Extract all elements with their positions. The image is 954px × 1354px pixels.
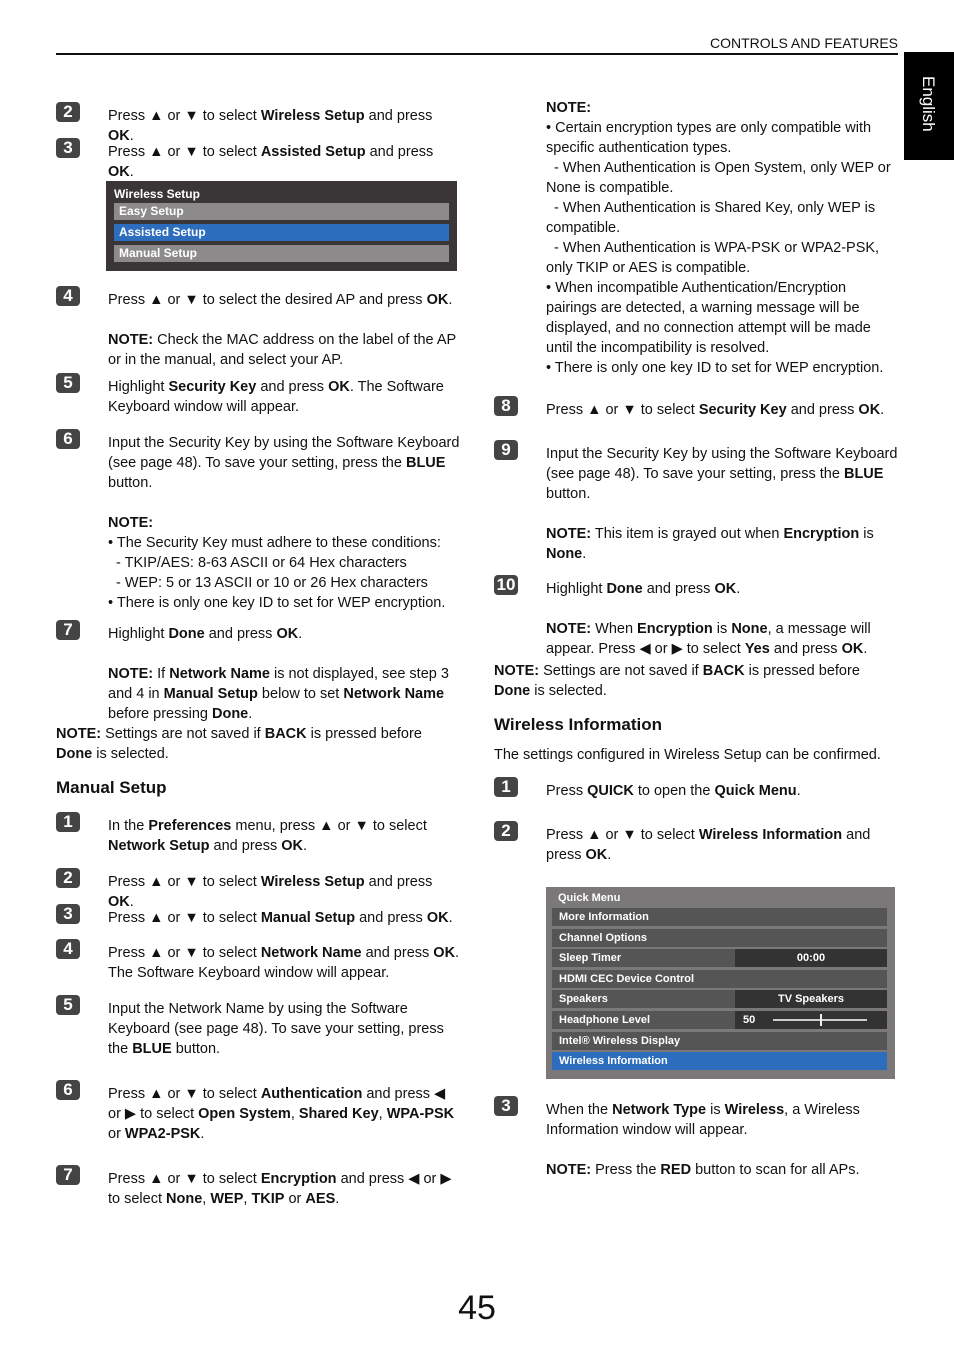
quick-menu-item[interactable]: Headphone Level 50 xyxy=(552,1010,887,1029)
language-tab: English xyxy=(904,52,954,160)
section-header: CONTROLS AND FEATURES xyxy=(56,34,898,55)
quick-menu: Quick Menu More Information Channel Option… xyxy=(546,887,895,1079)
quick-menu-item[interactable]: Speakers TV Speakers xyxy=(552,990,887,1009)
step-text: Highlight Done and press OK. NOTE: When E… xyxy=(546,581,871,657)
step-text: Press QUICK to open the Quick Menu. xyxy=(546,783,801,799)
step-text: Highlight Security Key and press OK. The… xyxy=(108,379,444,415)
menu-item[interactable]: Assisted Setup xyxy=(114,224,449,241)
step-text: Input the Security Key by using the Soft… xyxy=(546,446,898,562)
step-number: 1 xyxy=(56,812,80,832)
quick-menu-item[interactable]: Intel® Wireless Display xyxy=(552,1031,887,1050)
step-text: Highlight Done and press OK. NOTE: If Net… xyxy=(108,626,449,722)
step-number: 5 xyxy=(56,373,80,393)
step-text: In the Preferences menu, press ▲ or ▼ to… xyxy=(108,818,427,854)
wireless-info-intro: The settings configured in Wireless Setu… xyxy=(494,747,881,763)
quick-menu-item[interactable]: Sleep Timer 00:00 xyxy=(552,949,887,968)
step-number: 7 xyxy=(56,620,80,640)
note-encryption: NOTE: • Certain encryption types are only… xyxy=(546,100,891,376)
note-back: NOTE: Settings are not saved if BACK is … xyxy=(56,726,422,762)
menu-title: Wireless Setup xyxy=(114,187,200,201)
step-number: 8 xyxy=(494,396,518,416)
step-text: Press ▲ or ▼ to select the desired AP an… xyxy=(108,292,456,368)
menu-value: TV Speakers xyxy=(735,990,887,1009)
step-text: Press ▲ or ▼ to select Network Name and … xyxy=(108,945,460,981)
step-number: 3 xyxy=(56,138,80,158)
step-number: 1 xyxy=(494,777,518,797)
menu-value: 00:00 xyxy=(735,949,887,968)
step-number: 6 xyxy=(56,1080,80,1100)
step-number: 3 xyxy=(56,904,80,924)
wireless-setup-menu: Wireless Setup Easy Setup Assisted Setup Ma… xyxy=(106,181,457,271)
step-text: Input the Security Key by using the Soft… xyxy=(108,435,460,611)
step-number: 4 xyxy=(56,286,80,306)
headphone-level-slider[interactable]: 50 xyxy=(735,1010,887,1029)
quick-menu-item[interactable]: Channel Options xyxy=(552,928,887,947)
step-number: 5 xyxy=(56,995,80,1015)
section-title-manual-setup: Manual Setup xyxy=(56,778,167,797)
page-number: 45 xyxy=(458,1289,496,1327)
step-number: 3 xyxy=(494,1096,518,1116)
menu-item[interactable]: Easy Setup xyxy=(114,203,449,220)
step-text: Input the Network Name by using the Soft… xyxy=(108,1001,444,1057)
quick-menu-title: Quick Menu xyxy=(558,892,621,904)
step-text: When the Network Type is Wireless, a Wir… xyxy=(546,1102,860,1178)
step-text: Press ▲ or ▼ to select Manual Setup and … xyxy=(108,910,453,926)
step-number: 4 xyxy=(56,939,80,959)
step-number: 2 xyxy=(494,821,518,841)
step-number: 6 xyxy=(56,429,80,449)
language-label: English xyxy=(919,76,938,132)
step-text: Press ▲ or ▼ to select Wireless Setup an… xyxy=(108,874,433,910)
step-number: 2 xyxy=(56,868,80,888)
step-text: Press ▲ or ▼ to select Encryption and pr… xyxy=(108,1171,452,1207)
quick-menu-item[interactable]: HDMI CEC Device Control xyxy=(552,969,887,988)
step-text: Press ▲ or ▼ to select Assisted Setup an… xyxy=(108,144,434,180)
quick-menu-item[interactable]: More Information xyxy=(552,908,887,926)
step-number: 10 xyxy=(494,575,518,595)
quick-menu-item[interactable]: Wireless Information xyxy=(552,1052,887,1071)
step-number: 7 xyxy=(56,1165,80,1185)
step-number: 9 xyxy=(494,440,518,460)
section-title-wireless-info: Wireless Information xyxy=(494,715,662,734)
step-text: Press ▲ or ▼ to select Wireless Setup an… xyxy=(108,108,433,144)
menu-item[interactable]: Manual Setup xyxy=(114,245,449,262)
step-text: Press ▲ or ▼ to select Security Key and … xyxy=(546,402,885,418)
step-number: 2 xyxy=(56,102,80,122)
step-text: Press ▲ or ▼ to select Authentication an… xyxy=(108,1086,455,1142)
note-back-right: NOTE: Settings are not saved if BACK is … xyxy=(494,663,860,699)
step-text: Press ▲ or ▼ to select Wireless Informat… xyxy=(546,827,871,863)
